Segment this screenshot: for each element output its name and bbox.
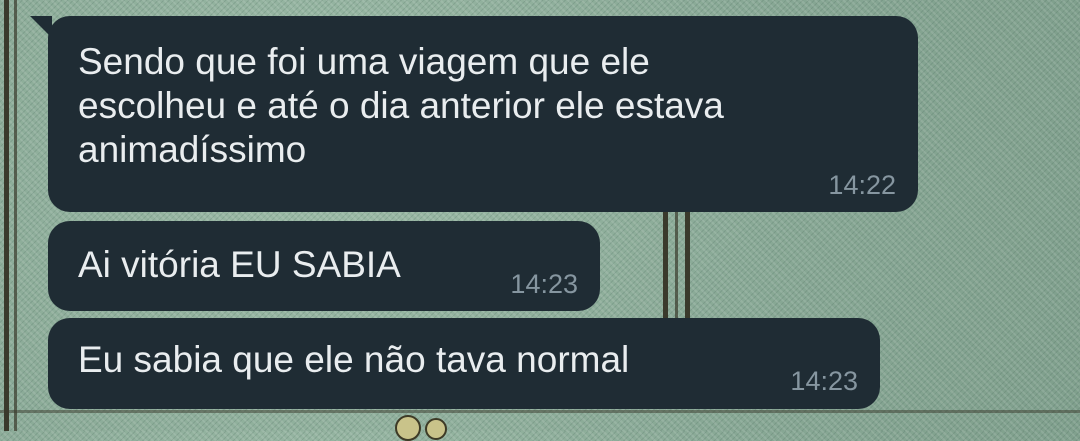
message-bubble[interactable]: Eu sabia que ele não tava normal 14:23 [48,318,880,409]
wallpaper-pattern-line [685,205,690,335]
message-bubble[interactable]: Ai vitória EU SABIA 14:23 [48,221,600,311]
message-bubble[interactable]: Sendo que foi uma viagem que ele escolhe… [48,16,918,212]
wallpaper-pattern-line [4,0,9,431]
wallpaper-pattern-line [14,0,17,431]
message-text: Ai vitória EU SABIA [78,244,401,285]
wallpaper-pattern-line [663,205,668,335]
message-timestamp: 14:23 [510,269,578,299]
message-text: Eu sabia que ele não tava normal [78,339,630,380]
message-timestamp: 14:22 [828,170,896,200]
wallpaper-pattern-line [0,410,1080,413]
wallpaper-pattern-dot [425,418,447,440]
message-timestamp: 14:23 [790,366,858,396]
wallpaper-pattern-dot [395,415,421,441]
wallpaper-pattern-line [675,205,678,335]
message-text: Sendo que foi uma viagem que ele escolhe… [78,41,724,170]
